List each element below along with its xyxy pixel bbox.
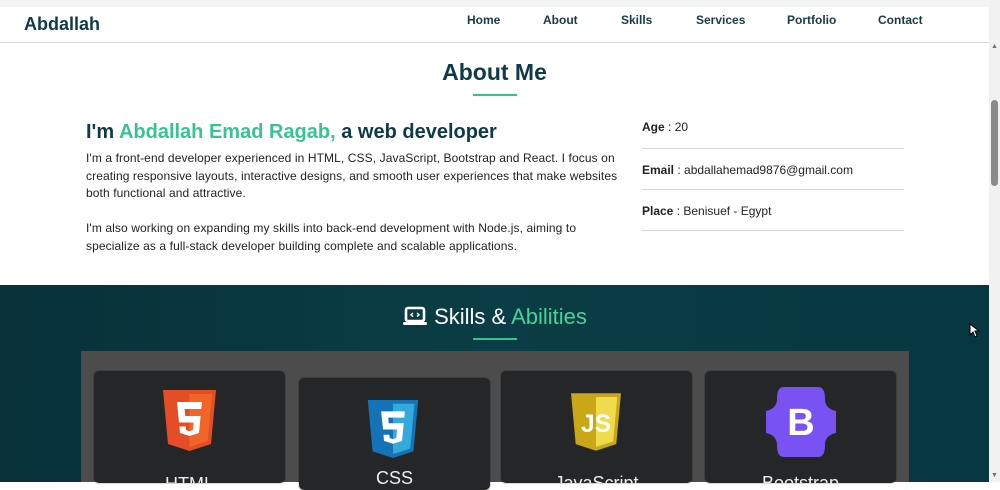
browser-top-strip bbox=[0, 0, 1000, 7]
info-label-email: Email bbox=[642, 163, 675, 177]
skill-card-bootstrap[interactable]: B Bootstrap bbox=[705, 371, 896, 483]
info-value-age: 20 bbox=[674, 120, 689, 134]
vertical-scrollbar[interactable]: ▲ ▼ bbox=[989, 0, 1000, 482]
about-title-underline bbox=[473, 94, 517, 96]
skills-section: Skills & Abilities HTML CSS JS bbox=[0, 285, 989, 490]
svg-text:JS: JS bbox=[581, 411, 611, 438]
svg-text:B: B bbox=[787, 402, 814, 444]
skills-title: Skills & Abilities bbox=[0, 304, 989, 330]
brand-logo[interactable]: Abdallah bbox=[24, 14, 100, 35]
info-label-place: Place bbox=[642, 204, 674, 218]
personal-info-list: Age : 20 Email : abdallahemad9876@gmail.… bbox=[642, 107, 904, 231]
css3-icon bbox=[367, 400, 419, 458]
javascript-icon: JS bbox=[571, 393, 621, 451]
skills-cards-panel: HTML CSS JS JavaScript B Bootstrap bbox=[81, 351, 909, 490]
nav-link-home[interactable]: Home bbox=[467, 13, 500, 27]
nav-link-services[interactable]: Services bbox=[696, 13, 745, 27]
info-row-place: Place : Benisuef - Egypt bbox=[642, 190, 904, 231]
skill-card-javascript[interactable]: JS JavaScript bbox=[501, 371, 692, 483]
info-value-place: Benisuef - Egypt bbox=[683, 204, 772, 218]
bootstrap-icon: B bbox=[766, 387, 836, 457]
skills-title-underline bbox=[473, 338, 517, 340]
info-label-age: Age bbox=[642, 120, 665, 134]
laptop-code-icon bbox=[403, 306, 428, 325]
info-row-age: Age : 20 bbox=[642, 107, 904, 149]
about-paragraph-1: I'm a front-end developer experienced in… bbox=[86, 151, 618, 200]
intro-name: Abdallah Emad Ragab, bbox=[118, 121, 336, 143]
mouse-cursor-icon bbox=[969, 323, 980, 338]
scroll-down-arrow-icon[interactable]: ▼ bbox=[990, 471, 999, 480]
skills-title-prefix: Skills & bbox=[434, 304, 507, 329]
about-paragraph-2: I'm also working on expanding my skills … bbox=[86, 221, 577, 253]
info-value-email[interactable]: abdallahemad9876@gmail.com bbox=[684, 163, 853, 177]
about-title: About Me bbox=[442, 59, 547, 85]
nav-link-contact[interactable]: Contact bbox=[878, 13, 923, 27]
navbar: Abdallah Home About Skills Services Port… bbox=[0, 7, 989, 43]
skill-card-html[interactable]: HTML bbox=[94, 371, 285, 483]
skills-title-accent: Abilities bbox=[511, 304, 587, 329]
scrollbar-thumb[interactable] bbox=[991, 100, 998, 186]
nav-link-skills[interactable]: Skills bbox=[621, 13, 652, 27]
intro-prefix: I'm bbox=[86, 121, 115, 143]
nav-link-portfolio[interactable]: Portfolio bbox=[787, 13, 836, 27]
skill-card-css[interactable]: CSS bbox=[299, 378, 490, 490]
skill-name-css: CSS bbox=[375, 468, 413, 488]
scroll-up-arrow-icon[interactable]: ▲ bbox=[990, 42, 999, 51]
intro-suffix: a web developer bbox=[341, 121, 497, 143]
html5-icon bbox=[163, 390, 216, 451]
info-row-email: Email : abdallahemad9876@gmail.com bbox=[642, 149, 904, 190]
intro-heading: I'm Abdallah Emad Ragab, a web developer bbox=[86, 121, 497, 144]
about-section: About Me I'm Abdallah Emad Ragab, a web … bbox=[0, 44, 989, 285]
nav-link-about[interactable]: About bbox=[543, 13, 578, 27]
